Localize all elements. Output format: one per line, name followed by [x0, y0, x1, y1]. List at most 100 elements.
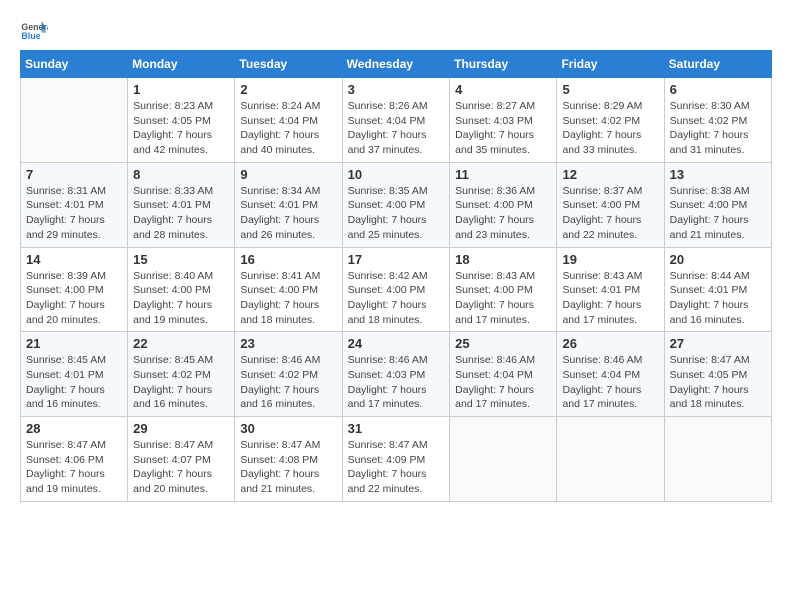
calendar-cell: 26Sunrise: 8:46 AMSunset: 4:04 PMDayligh…: [557, 332, 664, 417]
page-header: General Blue: [20, 20, 772, 42]
day-number: 29: [133, 421, 229, 436]
calendar-cell: 8 Sunrise: 8:33 AMSunset: 4:01 PMDaylight…: [128, 162, 235, 247]
logo: General Blue: [20, 20, 48, 42]
calendar-cell: [557, 417, 664, 502]
calendar-cell: [664, 417, 771, 502]
calendar-cell: 17 Sunrise: 8:42 AMSunset: 4:00 PMDayligh…: [342, 247, 450, 332]
day-number: 25: [455, 336, 551, 351]
calendar-cell: 13 Sunrise: 8:38 AMSunset: 4:00 PMDayligh…: [664, 162, 771, 247]
calendar-table: SundayMondayTuesdayWednesdayThursdayFrid…: [20, 50, 772, 502]
calendar-cell: 7 Sunrise: 8:31 AMSunset: 4:01 PMDaylight…: [21, 162, 128, 247]
day-number: 27: [670, 336, 766, 351]
day-info: Sunrise: 8:45 AMSunset: 4:01 PMDaylight:…: [26, 353, 122, 412]
day-number: 6: [670, 82, 766, 97]
day-info: Sunrise: 8:40 AMSunset: 4:00 PMDaylight:…: [133, 269, 229, 328]
calendar-cell: [21, 78, 128, 163]
day-number: 30: [240, 421, 336, 436]
calendar-cell: 14Sunrise: 8:39 AMSunset: 4:00 PMDayligh…: [21, 247, 128, 332]
column-header-friday: Friday: [557, 51, 664, 78]
day-info: Sunrise: 8:29 AMSunset: 4:02 PMDaylight:…: [562, 99, 658, 158]
column-header-wednesday: Wednesday: [342, 51, 450, 78]
day-info: Sunrise: 8:23 AMSunset: 4:05 PMDaylight:…: [133, 99, 229, 158]
calendar-cell: 16 Sunrise: 8:41 AMSunset: 4:00 PMDayligh…: [235, 247, 342, 332]
day-number: 12: [562, 167, 658, 182]
day-info: Sunrise: 8:39 AMSunset: 4:00 PMDaylight:…: [26, 269, 122, 328]
calendar-cell: 6 Sunrise: 8:30 AMSunset: 4:02 PMDaylight…: [664, 78, 771, 163]
day-number: 8: [133, 167, 229, 182]
day-number: 4: [455, 82, 551, 97]
calendar-cell: 27 Sunrise: 8:47 AMSunset: 4:05 PMDayligh…: [664, 332, 771, 417]
calendar-cell: 5 Sunrise: 8:29 AMSunset: 4:02 PMDaylight…: [557, 78, 664, 163]
day-number: 9: [240, 167, 336, 182]
day-info: Sunrise: 8:47 AMSunset: 4:09 PMDaylight:…: [348, 438, 445, 497]
day-number: 21: [26, 336, 122, 351]
day-number: 26: [562, 336, 658, 351]
calendar-week-1: 1Sunrise: 8:23 AMSunset: 4:05 PMDaylight…: [21, 78, 772, 163]
day-number: 5: [562, 82, 658, 97]
day-number: 22: [133, 336, 229, 351]
calendar-week-2: 7 Sunrise: 8:31 AMSunset: 4:01 PMDaylight…: [21, 162, 772, 247]
day-info: Sunrise: 8:24 AMSunset: 4:04 PMDaylight:…: [240, 99, 336, 158]
day-number: 7: [26, 167, 122, 182]
calendar-cell: 11 Sunrise: 8:36 AMSunset: 4:00 PMDayligh…: [450, 162, 557, 247]
day-number: 11: [455, 167, 551, 182]
calendar-cell: 28 Sunrise: 8:47 AMSunset: 4:06 PMDayligh…: [21, 417, 128, 502]
calendar-week-5: 28 Sunrise: 8:47 AMSunset: 4:06 PMDayligh…: [21, 417, 772, 502]
logo-icon: General Blue: [20, 20, 48, 42]
day-number: 15: [133, 252, 229, 267]
day-info: Sunrise: 8:41 AMSunset: 4:00 PMDaylight:…: [240, 269, 336, 328]
calendar-cell: 24Sunrise: 8:46 AMSunset: 4:03 PMDayligh…: [342, 332, 450, 417]
day-number: 24: [348, 336, 445, 351]
day-info: Sunrise: 8:47 AMSunset: 4:07 PMDaylight:…: [133, 438, 229, 497]
calendar-cell: 9 Sunrise: 8:34 AMSunset: 4:01 PMDaylight…: [235, 162, 342, 247]
column-header-thursday: Thursday: [450, 51, 557, 78]
calendar-cell: 19Sunrise: 8:43 AMSunset: 4:01 PMDayligh…: [557, 247, 664, 332]
calendar-cell: [450, 417, 557, 502]
column-header-tuesday: Tuesday: [235, 51, 342, 78]
calendar-week-3: 14Sunrise: 8:39 AMSunset: 4:00 PMDayligh…: [21, 247, 772, 332]
calendar-cell: 22Sunrise: 8:45 AMSunset: 4:02 PMDayligh…: [128, 332, 235, 417]
calendar-cell: 1Sunrise: 8:23 AMSunset: 4:05 PMDaylight…: [128, 78, 235, 163]
calendar-cell: 10 Sunrise: 8:35 AMSunset: 4:00 PMDayligh…: [342, 162, 450, 247]
svg-text:Blue: Blue: [21, 31, 40, 41]
day-number: 31: [348, 421, 445, 436]
day-number: 3: [348, 82, 445, 97]
day-info: Sunrise: 8:38 AMSunset: 4:00 PMDaylight:…: [670, 184, 766, 243]
day-number: 20: [670, 252, 766, 267]
calendar-cell: 25 Sunrise: 8:46 AMSunset: 4:04 PMDayligh…: [450, 332, 557, 417]
day-info: Sunrise: 8:36 AMSunset: 4:00 PMDaylight:…: [455, 184, 551, 243]
day-number: 18: [455, 252, 551, 267]
day-info: Sunrise: 8:30 AMSunset: 4:02 PMDaylight:…: [670, 99, 766, 158]
calendar-cell: 2 Sunrise: 8:24 AMSunset: 4:04 PMDaylight…: [235, 78, 342, 163]
column-header-sunday: Sunday: [21, 51, 128, 78]
day-info: Sunrise: 8:44 AMSunset: 4:01 PMDaylight:…: [670, 269, 766, 328]
day-info: Sunrise: 8:47 AMSunset: 4:05 PMDaylight:…: [670, 353, 766, 412]
calendar-cell: 30Sunrise: 8:47 AMSunset: 4:08 PMDayligh…: [235, 417, 342, 502]
calendar-cell: 31 Sunrise: 8:47 AMSunset: 4:09 PMDayligh…: [342, 417, 450, 502]
day-number: 10: [348, 167, 445, 182]
day-number: 13: [670, 167, 766, 182]
calendar-cell: 15 Sunrise: 8:40 AMSunset: 4:00 PMDayligh…: [128, 247, 235, 332]
day-number: 23: [240, 336, 336, 351]
calendar-cell: 20 Sunrise: 8:44 AMSunset: 4:01 PMDayligh…: [664, 247, 771, 332]
day-info: Sunrise: 8:34 AMSunset: 4:01 PMDaylight:…: [240, 184, 336, 243]
calendar-cell: 23 Sunrise: 8:46 AMSunset: 4:02 PMDayligh…: [235, 332, 342, 417]
day-info: Sunrise: 8:33 AMSunset: 4:01 PMDaylight:…: [133, 184, 229, 243]
day-number: 2: [240, 82, 336, 97]
day-info: Sunrise: 8:35 AMSunset: 4:00 PMDaylight:…: [348, 184, 445, 243]
column-header-monday: Monday: [128, 51, 235, 78]
day-number: 16: [240, 252, 336, 267]
calendar-cell: 4 Sunrise: 8:27 AMSunset: 4:03 PMDaylight…: [450, 78, 557, 163]
day-info: Sunrise: 8:31 AMSunset: 4:01 PMDaylight:…: [26, 184, 122, 243]
day-number: 17: [348, 252, 445, 267]
day-info: Sunrise: 8:47 AMSunset: 4:06 PMDaylight:…: [26, 438, 122, 497]
day-info: Sunrise: 8:42 AMSunset: 4:00 PMDaylight:…: [348, 269, 445, 328]
calendar-cell: 21 Sunrise: 8:45 AMSunset: 4:01 PMDayligh…: [21, 332, 128, 417]
day-number: 28: [26, 421, 122, 436]
day-info: Sunrise: 8:46 AMSunset: 4:04 PMDaylight:…: [455, 353, 551, 412]
day-info: Sunrise: 8:46 AMSunset: 4:02 PMDaylight:…: [240, 353, 336, 412]
column-header-saturday: Saturday: [664, 51, 771, 78]
day-info: Sunrise: 8:43 AMSunset: 4:01 PMDaylight:…: [562, 269, 658, 328]
day-info: Sunrise: 8:27 AMSunset: 4:03 PMDaylight:…: [455, 99, 551, 158]
day-info: Sunrise: 8:43 AMSunset: 4:00 PMDaylight:…: [455, 269, 551, 328]
